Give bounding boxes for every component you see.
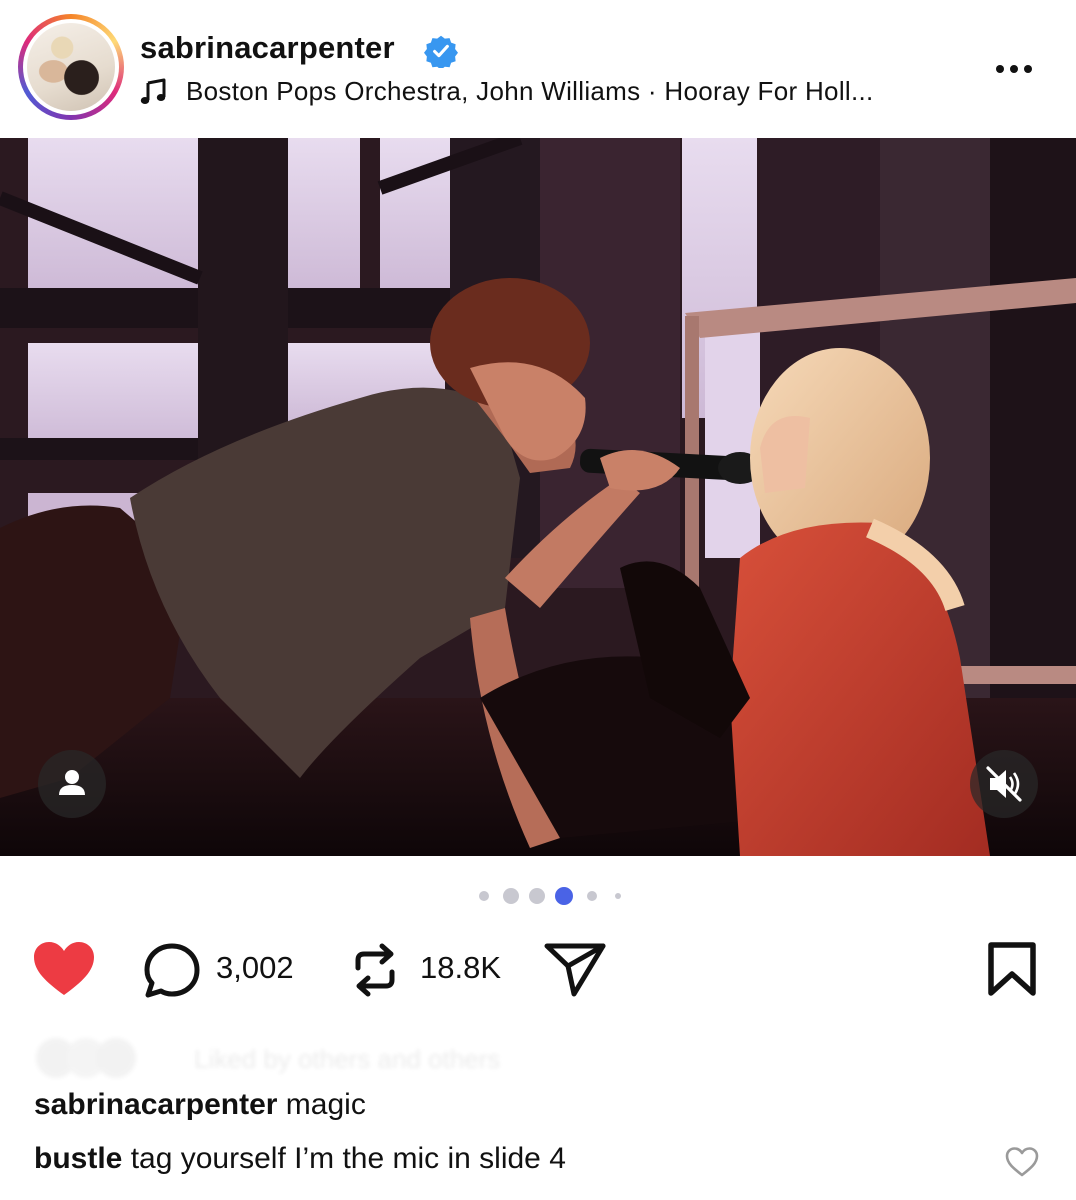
comment-text: tag yourself I’m the mic in slide 4 [130,1142,566,1175]
profile-avatar[interactable] [18,14,124,120]
post-header: sabrinacarpenter Boston Pops Orchestra, … [0,0,1076,138]
avatar-image [27,23,115,111]
user-tag-icon [59,770,85,795]
carousel-indicator [0,884,1076,908]
comment-username[interactable]: bustle [34,1142,122,1175]
comment-icon[interactable] [142,942,202,1000]
carousel-dot [503,888,519,904]
liked-by-avatars [36,1038,136,1078]
carousel-dot-active [555,887,573,905]
caption: sabrinacarpenter magic [34,1088,366,1122]
carousel-dot [587,891,597,901]
post-action-bar: 3,002 18.8K [0,930,1076,1010]
comment-count: 3,002 [216,950,294,985]
music-attribution[interactable]: Boston Pops Orchestra, John Williams · H… [186,76,874,107]
heart-filled-icon[interactable] [32,940,96,998]
more-options-icon[interactable] [996,60,1038,73]
music-note-icon [140,78,166,104]
stage-photo-illustration [0,138,1076,856]
verified-badge-icon [424,35,458,68]
send-icon[interactable] [542,938,608,998]
muted-speaker-icon [986,766,1022,802]
liked-by-text: Liked by others and others [194,1044,501,1074]
caption-username[interactable]: sabrinacarpenter [34,1088,277,1121]
carousel-dot [479,891,489,901]
comment-preview: bustle tag yourself I’m the mic in slide… [34,1142,566,1176]
carousel-dot [529,888,545,904]
mute-toggle-button[interactable] [970,750,1038,818]
carousel-dot [615,893,621,899]
caption-text: magic [285,1088,366,1121]
avatar-border [23,19,119,115]
user-tag-button[interactable] [38,750,106,818]
heart-outline-icon[interactable] [1004,1146,1040,1178]
bookmark-icon[interactable] [986,940,1038,998]
repost-icon[interactable] [348,940,402,1000]
post-photo[interactable] [0,138,1076,856]
repost-count: 18.8K [420,950,502,985]
post-username[interactable]: sabrinacarpenter [140,30,395,66]
liked-by-row[interactable]: Liked by others and others [34,1036,794,1080]
